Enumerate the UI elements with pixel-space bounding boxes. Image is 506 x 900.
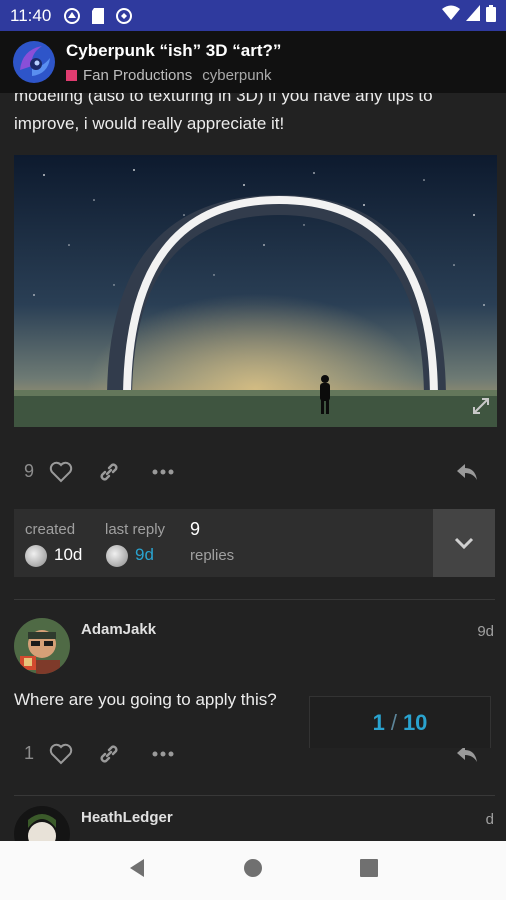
recents-icon[interactable]: [359, 859, 378, 882]
signal-icon: [466, 5, 480, 26]
last-reply-label: last reply: [105, 521, 166, 538]
like-heart-icon[interactable]: [48, 741, 74, 767]
topic-progress[interactable]: 1 / 10: [309, 696, 491, 748]
like-heart-icon[interactable]: [48, 459, 74, 485]
created-value: 10d: [54, 545, 83, 564]
progress-separator: /: [390, 709, 397, 735]
post-divider: [14, 599, 495, 600]
expand-topic-map-button[interactable]: [433, 509, 495, 577]
avatar[interactable]: [14, 806, 70, 841]
post-image[interactable]: [14, 155, 497, 427]
sd-card-icon: [89, 7, 107, 25]
status-time: 11:40: [10, 5, 52, 25]
chevron-down-icon: [454, 537, 474, 550]
replies-label: replies: [190, 547, 235, 564]
progress-current: 1: [372, 709, 385, 735]
more-options-icon[interactable]: [150, 741, 176, 767]
reply-date: d: [485, 811, 494, 828]
post-divider: [14, 795, 495, 796]
copy-link-icon[interactable]: [96, 459, 122, 485]
like-count[interactable]: 1: [24, 743, 34, 764]
reply-date: 9d: [477, 623, 494, 640]
topic-header: Cyberpunk “ish” 3D “art?” Fan Production…: [0, 31, 506, 93]
post-body-line-2: improve, i would really appreciate it!: [14, 114, 285, 133]
status-bar: 11:40: [0, 0, 506, 31]
category-link[interactable]: Fan Productions: [83, 67, 192, 84]
notification-app-icon: [63, 7, 81, 25]
like-count[interactable]: 9: [24, 461, 34, 482]
copy-link-icon[interactable]: [96, 741, 122, 767]
post-actions: 9: [0, 453, 506, 493]
back-icon[interactable]: [128, 858, 146, 883]
reply-username[interactable]: HeathLedger: [81, 809, 173, 826]
created-label: created: [25, 521, 76, 538]
post-body-line-1: modeling (also to texturing in 3D) if yo…: [14, 93, 433, 105]
reply-username[interactable]: AdamJakk: [81, 621, 156, 638]
data-saver-icon: [115, 7, 133, 25]
topic-title[interactable]: Cyberpunk “ish” 3D “art?”: [66, 41, 281, 61]
tag-link[interactable]: cyberpunk: [202, 67, 271, 84]
site-logo-icon[interactable]: [12, 40, 56, 84]
progress-total: 10: [402, 709, 428, 735]
category-color-badge: [66, 69, 77, 81]
topic-map: created 10d last reply 9d 9 replies: [14, 509, 495, 577]
last-replier-avatar[interactable]: [106, 545, 128, 567]
last-reply-value[interactable]: 9d: [135, 545, 154, 565]
wifi-icon: [442, 5, 460, 26]
battery-icon: [486, 4, 496, 27]
creator-avatar[interactable]: [25, 545, 47, 567]
home-icon[interactable]: [243, 858, 263, 883]
more-options-icon[interactable]: [150, 459, 176, 485]
reply-icon[interactable]: [454, 459, 480, 485]
system-navigation-bar: [0, 841, 506, 900]
expand-image-icon[interactable]: [471, 396, 491, 421]
replies-count: 9: [190, 519, 201, 539]
avatar[interactable]: [14, 618, 70, 674]
